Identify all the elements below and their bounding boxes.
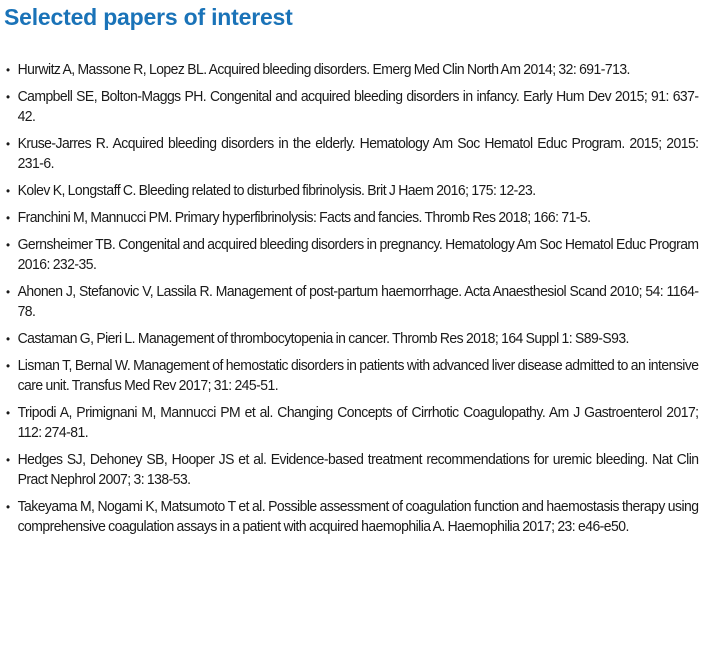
bullet-icon: • [5,211,10,225]
reference-item: • Kruse-Jarres R. Acquired bleeding disor… [4,134,699,174]
reference-item: • Campbell SE, Bolton-Maggs PH. Congenita… [4,87,699,127]
reference-text: Kolev K, Longstaff C. Bleeding related t… [17,183,537,199]
reference-text: Castaman G, Pieri L. Management of throm… [17,331,630,347]
bullet-icon: • [5,63,10,77]
bullet-icon: • [5,500,10,514]
reference-text: Campbell SE, Bolton-Maggs PH. Congenital… [17,89,699,125]
reference-item: • Gernsheimer TB. Congenital and acquired… [4,235,699,275]
bullet-icon: • [5,238,10,252]
reference-text: Kruse-Jarres R. Acquired bleeding disord… [17,136,699,172]
reference-item: • Hurwitz A, Massone R, Lopez BL. Acquire… [4,60,699,80]
bullet-icon: • [5,285,10,299]
reference-item: • Kolev K, Longstaff C. Bleeding related … [4,181,699,201]
bullet-icon: • [5,137,10,151]
reference-text: Hurwitz A, Massone R, Lopez BL. Acquired… [17,62,631,78]
bullet-icon: • [5,184,10,198]
reference-item: • Franchini M, Mannucci PM. Primary hyper… [4,208,699,228]
bullet-icon: • [5,359,10,373]
bullet-icon: • [5,406,10,420]
reference-text: Lisman T, Bernal W. Management of hemost… [17,358,699,394]
reference-text: Gernsheimer TB. Congenital and acquired … [17,237,699,273]
reference-item: • Tripodi A, Primignani M, Mannucci PM et… [4,403,699,443]
selected-papers-section: Selected papers of interest • Hurwitz A, … [0,0,723,651]
reference-list: • Hurwitz A, Massone R, Lopez BL. Acquire… [4,60,720,537]
bullet-icon: • [5,90,10,104]
reference-text: Franchini M, Mannucci PM. Primary hyperf… [17,210,591,226]
reference-text: Hedges SJ, Dehoney SB, Hooper JS et al. … [17,452,699,488]
section-title: Selected papers of interest [4,4,293,30]
reference-item: • Hedges SJ, Dehoney SB, Hooper JS et al.… [4,450,699,490]
reference-text: Takeyama M, Nogami K, Matsumoto T et al.… [17,499,699,535]
reference-item: • Castaman G, Pieri L. Management of thro… [4,329,699,349]
reference-item: • Takeyama M, Nogami K, Matsumoto T et al… [4,497,699,537]
bullet-icon: • [5,453,10,467]
bullet-icon: • [5,332,10,346]
reference-text: Ahonen J, Stefanovic V, Lassila R. Manag… [17,284,699,320]
reference-item: • Lisman T, Bernal W. Management of hemos… [4,356,699,396]
reference-text: Tripodi A, Primignani M, Mannucci PM et … [17,405,699,441]
reference-item: • Ahonen J, Stefanovic V, Lassila R. Mana… [4,282,699,322]
